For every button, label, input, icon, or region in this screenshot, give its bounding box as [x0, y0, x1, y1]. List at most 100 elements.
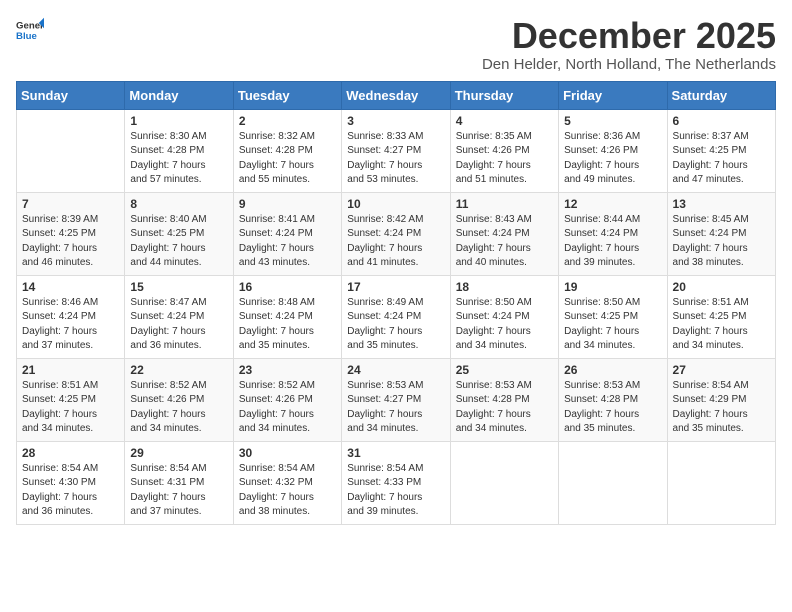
- calendar-cell: 20 Sunrise: 8:51 AM Sunset: 4:25 PM Dayli…: [667, 275, 775, 358]
- day-info: Sunrise: 8:45 AM Sunset: 4:24 PM Dayligh…: [673, 213, 770, 271]
- day-number: 17: [347, 280, 444, 294]
- calendar-week-row: 7 Sunrise: 8:39 AM Sunset: 4:25 PM Daylig…: [17, 192, 776, 275]
- day-info: Sunrise: 8:37 AM Sunset: 4:25 PM Dayligh…: [673, 130, 770, 188]
- calendar-week-row: 1Sunrise: 8:30 AM Sunset: 4:28 PM Daylig…: [17, 109, 776, 192]
- calendar-cell: 12Sunrise: 8:44 AM Sunset: 4:24 PM Dayli…: [559, 192, 667, 275]
- day-info: Sunrise: 8:54 AM Sunset: 4:30 PM Dayligh…: [22, 462, 119, 520]
- calendar-week-row: 21 Sunrise: 8:51 AM Sunset: 4:25 PM Dayli…: [17, 358, 776, 441]
- calendar-cell: 13 Sunrise: 8:45 AM Sunset: 4:24 PM Dayli…: [667, 192, 775, 275]
- day-info: Sunrise: 8:54 AM Sunset: 4:32 PM Dayligh…: [239, 462, 336, 520]
- calendar-header-saturday: Saturday: [667, 81, 775, 109]
- day-info: Sunrise: 8:40 AM Sunset: 4:25 PM Dayligh…: [130, 213, 227, 271]
- calendar-cell: 25 Sunrise: 8:53 AM Sunset: 4:28 PM Dayli…: [450, 358, 558, 441]
- day-info: Sunrise: 8:54 AM Sunset: 4:33 PM Dayligh…: [347, 462, 444, 520]
- day-number: 24: [347, 363, 444, 377]
- day-info: Sunrise: 8:52 AM Sunset: 4:26 PM Dayligh…: [239, 379, 336, 437]
- day-number: 13: [673, 197, 770, 211]
- day-info: Sunrise: 8:47 AM Sunset: 4:24 PM Dayligh…: [130, 296, 227, 354]
- calendar-cell: [559, 441, 667, 524]
- day-info: Sunrise: 8:52 AM Sunset: 4:26 PM Dayligh…: [130, 379, 227, 437]
- calendar-cell: 3 Sunrise: 8:33 AM Sunset: 4:27 PM Daylig…: [342, 109, 450, 192]
- day-number: 8: [130, 197, 227, 211]
- day-info: Sunrise: 8:54 AM Sunset: 4:29 PM Dayligh…: [673, 379, 770, 437]
- calendar-cell: 9 Sunrise: 8:41 AM Sunset: 4:24 PM Daylig…: [233, 192, 341, 275]
- day-info: Sunrise: 8:36 AM Sunset: 4:26 PM Dayligh…: [564, 130, 661, 188]
- calendar-cell: 28 Sunrise: 8:54 AM Sunset: 4:30 PM Dayli…: [17, 441, 125, 524]
- calendar-cell: [450, 441, 558, 524]
- day-info: Sunrise: 8:53 AM Sunset: 4:28 PM Dayligh…: [564, 379, 661, 437]
- calendar-header-monday: Monday: [125, 81, 233, 109]
- calendar-header-thursday: Thursday: [450, 81, 558, 109]
- calendar-cell: 31 Sunrise: 8:54 AM Sunset: 4:33 PM Dayli…: [342, 441, 450, 524]
- day-info: Sunrise: 8:39 AM Sunset: 4:25 PM Dayligh…: [22, 213, 119, 271]
- day-number: 21: [22, 363, 119, 377]
- day-info: Sunrise: 8:49 AM Sunset: 4:24 PM Dayligh…: [347, 296, 444, 354]
- calendar-cell: 24 Sunrise: 8:53 AM Sunset: 4:27 PM Dayli…: [342, 358, 450, 441]
- calendar-cell: 5Sunrise: 8:36 AM Sunset: 4:26 PM Daylig…: [559, 109, 667, 192]
- calendar-cell: 4 Sunrise: 8:35 AM Sunset: 4:26 PM Daylig…: [450, 109, 558, 192]
- calendar-cell: 30 Sunrise: 8:54 AM Sunset: 4:32 PM Dayli…: [233, 441, 341, 524]
- calendar-cell: 8 Sunrise: 8:40 AM Sunset: 4:25 PM Daylig…: [125, 192, 233, 275]
- day-number: 23: [239, 363, 336, 377]
- day-info: Sunrise: 8:48 AM Sunset: 4:24 PM Dayligh…: [239, 296, 336, 354]
- calendar-cell: 16 Sunrise: 8:48 AM Sunset: 4:24 PM Dayli…: [233, 275, 341, 358]
- day-info: Sunrise: 8:43 AM Sunset: 4:24 PM Dayligh…: [456, 213, 553, 271]
- calendar-header-row: SundayMondayTuesdayWednesdayThursdayFrid…: [17, 81, 776, 109]
- calendar-cell: 10Sunrise: 8:42 AM Sunset: 4:24 PM Dayli…: [342, 192, 450, 275]
- day-info: Sunrise: 8:51 AM Sunset: 4:25 PM Dayligh…: [673, 296, 770, 354]
- day-number: 14: [22, 280, 119, 294]
- calendar-cell: 19 Sunrise: 8:50 AM Sunset: 4:25 PM Dayli…: [559, 275, 667, 358]
- calendar-cell: 14Sunrise: 8:46 AM Sunset: 4:24 PM Dayli…: [17, 275, 125, 358]
- day-number: 9: [239, 197, 336, 211]
- day-info: Sunrise: 8:33 AM Sunset: 4:27 PM Dayligh…: [347, 130, 444, 188]
- day-info: Sunrise: 8:35 AM Sunset: 4:26 PM Dayligh…: [456, 130, 553, 188]
- calendar-header-sunday: Sunday: [17, 81, 125, 109]
- day-number: 30: [239, 446, 336, 460]
- calendar-cell: 27 Sunrise: 8:54 AM Sunset: 4:29 PM Dayli…: [667, 358, 775, 441]
- day-info: Sunrise: 8:51 AM Sunset: 4:25 PM Dayligh…: [22, 379, 119, 437]
- day-number: 20: [673, 280, 770, 294]
- svg-text:General: General: [16, 20, 44, 31]
- day-info: Sunrise: 8:44 AM Sunset: 4:24 PM Dayligh…: [564, 213, 661, 271]
- calendar-week-row: 28 Sunrise: 8:54 AM Sunset: 4:30 PM Dayli…: [17, 441, 776, 524]
- calendar-cell: 21 Sunrise: 8:51 AM Sunset: 4:25 PM Dayli…: [17, 358, 125, 441]
- calendar-cell: 6 Sunrise: 8:37 AM Sunset: 4:25 PM Daylig…: [667, 109, 775, 192]
- calendar-cell: 15Sunrise: 8:47 AM Sunset: 4:24 PM Dayli…: [125, 275, 233, 358]
- day-number: 27: [673, 363, 770, 377]
- calendar-cell: 22 Sunrise: 8:52 AM Sunset: 4:26 PM Dayli…: [125, 358, 233, 441]
- calendar-cell: [667, 441, 775, 524]
- logo-icon: General Blue: [16, 16, 44, 44]
- day-number: 6: [673, 114, 770, 128]
- calendar-cell: 1Sunrise: 8:30 AM Sunset: 4:28 PM Daylig…: [125, 109, 233, 192]
- day-number: 28: [22, 446, 119, 460]
- day-number: 18: [456, 280, 553, 294]
- day-number: 19: [564, 280, 661, 294]
- day-number: 26: [564, 363, 661, 377]
- calendar-cell: 11Sunrise: 8:43 AM Sunset: 4:24 PM Dayli…: [450, 192, 558, 275]
- day-number: 16: [239, 280, 336, 294]
- day-info: Sunrise: 8:54 AM Sunset: 4:31 PM Dayligh…: [130, 462, 227, 520]
- day-number: 22: [130, 363, 227, 377]
- calendar-cell: 7 Sunrise: 8:39 AM Sunset: 4:25 PM Daylig…: [17, 192, 125, 275]
- day-number: 7: [22, 197, 119, 211]
- day-info: Sunrise: 8:53 AM Sunset: 4:27 PM Dayligh…: [347, 379, 444, 437]
- location-title: Den Helder, North Holland, The Netherlan…: [482, 56, 776, 73]
- calendar-table: SundayMondayTuesdayWednesdayThursdayFrid…: [16, 81, 776, 525]
- logo: General Blue: [16, 16, 44, 44]
- svg-text:Blue: Blue: [16, 31, 37, 42]
- calendar-header-tuesday: Tuesday: [233, 81, 341, 109]
- page-header: General Blue December 2025 Den Helder, N…: [16, 16, 776, 73]
- calendar-cell: [17, 109, 125, 192]
- day-number: 25: [456, 363, 553, 377]
- day-info: Sunrise: 8:32 AM Sunset: 4:28 PM Dayligh…: [239, 130, 336, 188]
- month-title: December 2025: [482, 16, 776, 56]
- day-number: 31: [347, 446, 444, 460]
- day-info: Sunrise: 8:53 AM Sunset: 4:28 PM Dayligh…: [456, 379, 553, 437]
- day-info: Sunrise: 8:42 AM Sunset: 4:24 PM Dayligh…: [347, 213, 444, 271]
- day-info: Sunrise: 8:41 AM Sunset: 4:24 PM Dayligh…: [239, 213, 336, 271]
- calendar-header-wednesday: Wednesday: [342, 81, 450, 109]
- day-number: 3: [347, 114, 444, 128]
- day-number: 1: [130, 114, 227, 128]
- day-info: Sunrise: 8:50 AM Sunset: 4:25 PM Dayligh…: [564, 296, 661, 354]
- day-number: 4: [456, 114, 553, 128]
